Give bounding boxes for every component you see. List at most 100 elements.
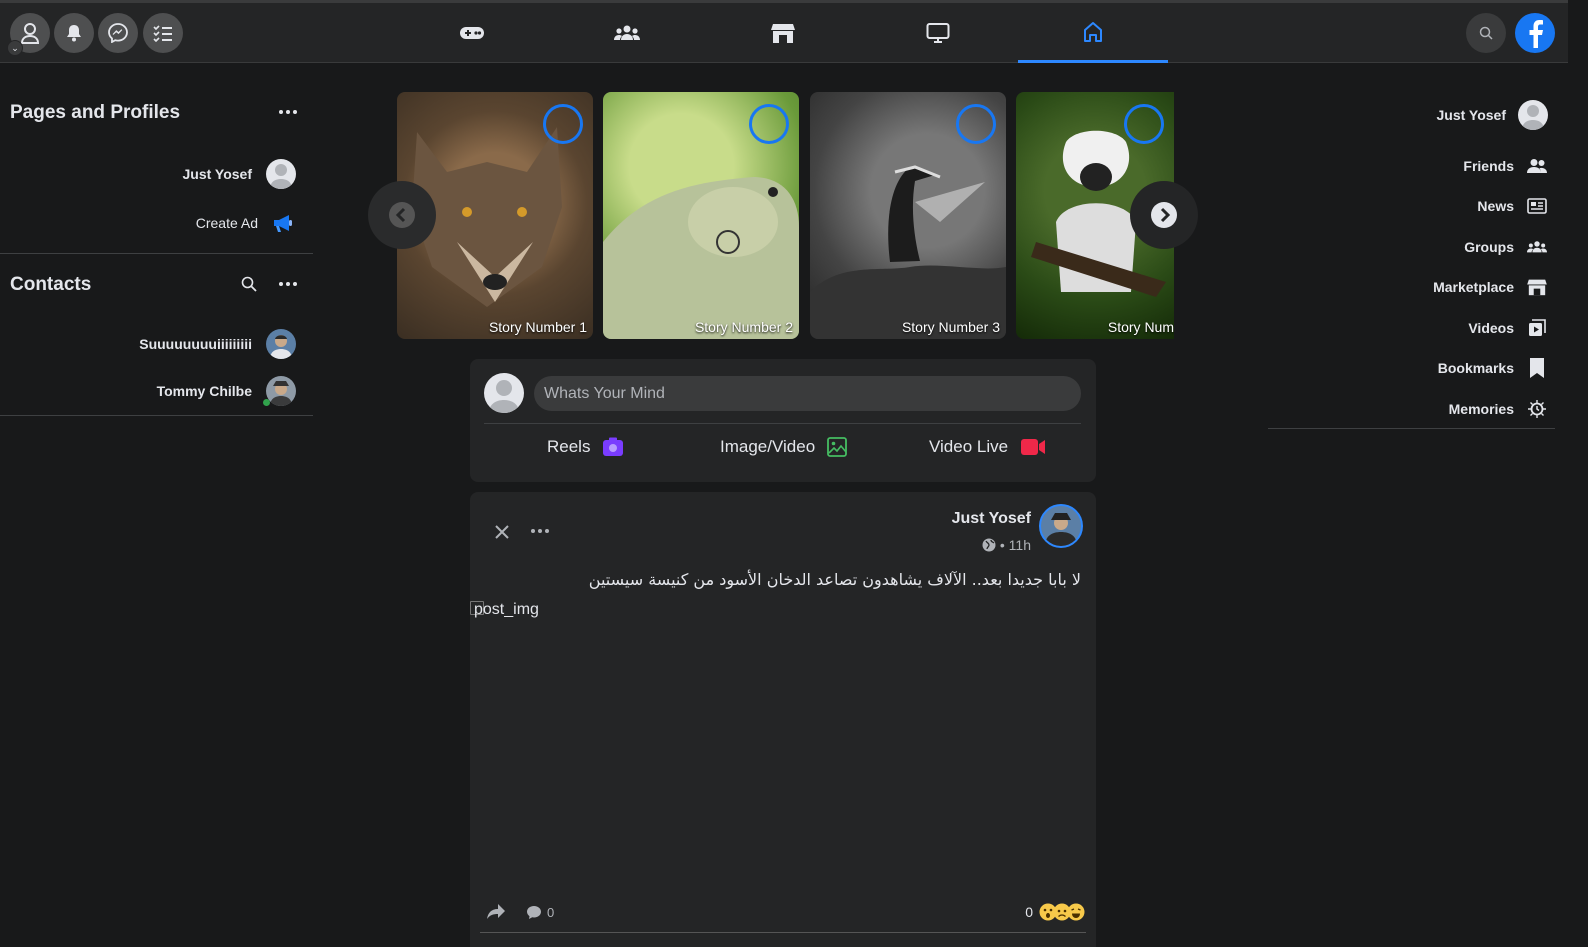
avatar xyxy=(266,159,296,189)
video-camera-icon xyxy=(1021,439,1046,455)
pages-more-button[interactable] xyxy=(279,110,297,114)
divider xyxy=(1268,428,1555,429)
post-image-alt: post_img xyxy=(474,601,539,618)
camera-icon xyxy=(603,437,624,456)
profile-name: Just Yosef xyxy=(1436,107,1506,123)
reactions-summary[interactable]: 0 xyxy=(1025,903,1085,921)
bookmark-icon xyxy=(1530,358,1544,378)
avatar xyxy=(1518,100,1548,130)
sidebar-item-groups[interactable]: Groups xyxy=(1464,236,1548,258)
story-ring xyxy=(1124,104,1164,144)
sidebar-item-news[interactable]: News xyxy=(1477,195,1548,217)
chevron-left-icon xyxy=(389,202,415,228)
story-ring xyxy=(543,104,583,144)
story-label: Story Number 2 xyxy=(694,319,793,335)
search-button[interactable] xyxy=(1466,13,1506,53)
image-video-label: Image/Video xyxy=(720,437,816,456)
post-time[interactable]: • 11h xyxy=(1000,537,1031,553)
close-icon[interactable] xyxy=(494,524,510,540)
top-bar: ⌄ xyxy=(0,0,1568,63)
tab-watch[interactable] xyxy=(863,3,1013,63)
tab-home[interactable] xyxy=(1018,3,1168,63)
divider xyxy=(0,415,313,416)
sidebar-item-label: Marketplace xyxy=(1433,279,1514,295)
contact-name: Suuuuuuuuiiiiiiiii xyxy=(139,336,252,352)
divider xyxy=(480,932,1086,933)
chevron-right-icon xyxy=(1151,202,1177,228)
profile-link[interactable]: Just Yosef xyxy=(182,159,296,189)
sidebar-item-label: Groups xyxy=(1464,239,1514,255)
sidebar-item-friends[interactable]: Friends xyxy=(1463,155,1548,177)
post-author[interactable]: Just Yosef xyxy=(952,510,1031,528)
video-live-button[interactable]: Video Live xyxy=(929,437,1046,457)
comments-button[interactable]: 0 xyxy=(526,905,554,920)
story-prev-button[interactable] xyxy=(368,181,436,249)
menu-button[interactable] xyxy=(143,13,183,53)
image-video-button[interactable]: Image/Video xyxy=(720,437,848,457)
story-card[interactable]: Story Number 3 xyxy=(810,92,1006,339)
post-more-button[interactable] xyxy=(531,529,549,533)
tab-gaming[interactable] xyxy=(397,3,547,63)
create-ad-label: Create Ad xyxy=(195,215,258,231)
news-icon xyxy=(1527,198,1547,214)
story-next-button[interactable] xyxy=(1130,181,1198,249)
tab-groups[interactable] xyxy=(552,3,702,63)
create-ad-link[interactable]: Create Ad xyxy=(196,213,294,233)
notifications-button[interactable] xyxy=(54,13,94,53)
scrollbar[interactable] xyxy=(1568,0,1588,947)
whats-on-your-mind-input[interactable]: Whats Your Mind xyxy=(534,376,1081,411)
memories-icon xyxy=(1528,400,1546,418)
sidebar-item-label: News xyxy=(1477,198,1514,214)
divider xyxy=(0,253,313,254)
search-icon xyxy=(1479,26,1493,40)
sidebar-item-label: Memories xyxy=(1448,401,1514,417)
messenger-icon xyxy=(108,23,128,43)
contact-name: Tommy Chilbe xyxy=(156,383,252,399)
contacts-title: Contacts xyxy=(10,274,92,295)
watch-icon xyxy=(926,23,950,43)
contact-item[interactable]: Tommy Chilbe xyxy=(157,376,296,406)
post-card: Just Yosef • 11h لا بابا جديدا بعد.. الآ… xyxy=(470,492,1096,947)
contact-item[interactable]: Suuuuuuuuiiiiiiiii xyxy=(139,329,296,359)
account-icon xyxy=(20,23,40,44)
avatar xyxy=(266,376,296,406)
megaphone-icon xyxy=(274,215,292,232)
avatar[interactable] xyxy=(1039,504,1083,548)
divider xyxy=(484,423,1081,424)
globe-icon xyxy=(982,538,996,552)
tab-marketplace[interactable] xyxy=(708,3,858,63)
online-indicator xyxy=(263,399,270,406)
search-icon[interactable] xyxy=(241,276,257,292)
story-label: Story Number 3 xyxy=(901,319,1000,335)
story-label: Story Number 1 xyxy=(488,319,587,335)
sidebar-item-bookmarks[interactable]: Bookmarks xyxy=(1438,357,1548,379)
story-ring xyxy=(956,104,996,144)
reactions-count: 0 xyxy=(1025,904,1033,920)
facebook-icon xyxy=(1529,20,1543,48)
sidebar-item-videos[interactable]: Videos xyxy=(1468,317,1548,339)
pages-title: Pages and Profiles xyxy=(10,102,181,123)
gamepad-icon xyxy=(460,27,484,39)
checklist-icon xyxy=(153,25,172,42)
share-icon[interactable] xyxy=(486,903,506,921)
haha-emoji-icon xyxy=(1067,903,1085,921)
marketplace-icon xyxy=(771,24,795,43)
messenger-button[interactable] xyxy=(98,13,138,53)
reels-button[interactable]: Reels xyxy=(547,437,624,457)
groups-icon xyxy=(614,25,640,40)
video-live-label: Video Live xyxy=(929,437,1009,456)
sidebar-item-marketplace[interactable]: Marketplace xyxy=(1433,276,1548,298)
profile-name: Just Yosef xyxy=(182,166,252,182)
post-meta: • 11h xyxy=(982,537,1031,553)
sidebar-item-memories[interactable]: Memories xyxy=(1449,398,1548,420)
right-profile-link[interactable]: Just Yosef xyxy=(1436,100,1548,130)
contacts-more-button[interactable] xyxy=(279,282,297,286)
story-card[interactable]: Story Number 2 xyxy=(603,92,799,339)
post-image: post_img xyxy=(470,599,1096,894)
groups-icon xyxy=(1527,241,1547,253)
account-button[interactable]: ⌄ xyxy=(7,13,50,56)
facebook-logo[interactable] xyxy=(1515,13,1555,53)
sidebar-item-label: Bookmarks xyxy=(1437,360,1514,376)
bell-icon xyxy=(67,25,81,42)
image-icon xyxy=(827,437,848,457)
